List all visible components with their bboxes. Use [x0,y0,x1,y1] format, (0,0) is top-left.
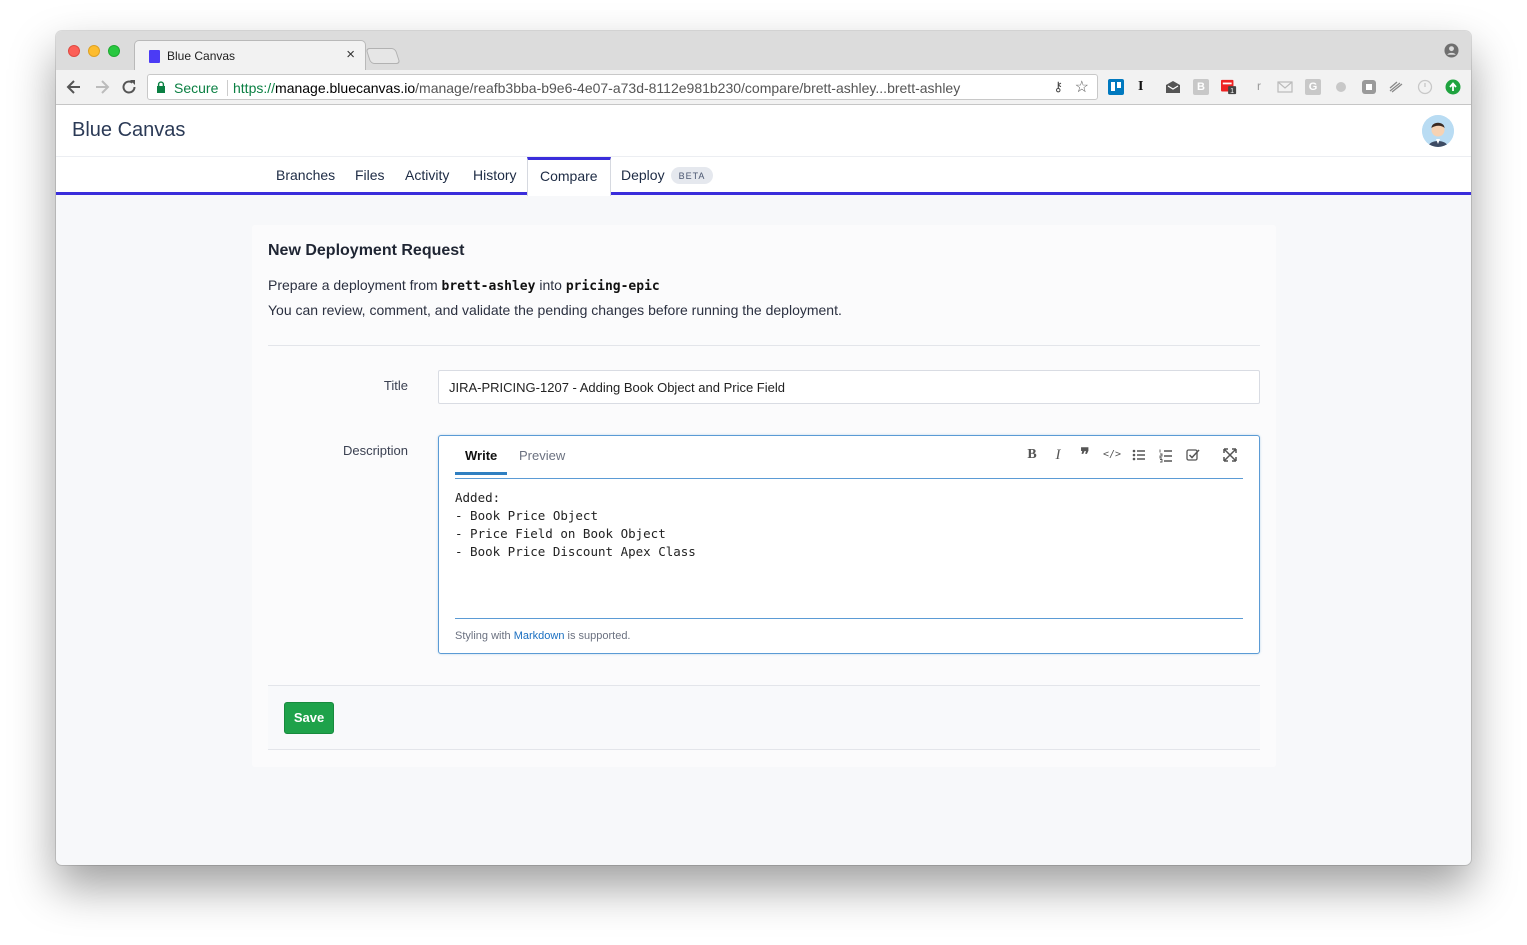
inbox-icon[interactable] [1165,79,1181,95]
avatar[interactable] [1422,115,1454,147]
calendar-icon[interactable]: 1 [1221,79,1237,95]
privacy-icon[interactable] [1333,79,1349,95]
tab-write[interactable]: Write [454,448,508,475]
help-suffix: is supported. [564,630,631,642]
address-divider [227,80,228,96]
editor-toolbar: B I ❞ </> [1023,446,1243,466]
source-branch: brett-ashley [441,279,536,294]
tab-preview[interactable]: Preview [519,448,565,463]
instapaper-icon[interactable]: I [1138,79,1154,95]
url-text: https://manage.bluecanvas.io/manage/reaf… [233,80,960,96]
app-header: Blue Canvas [56,105,1471,157]
grammarly-icon[interactable]: G [1305,79,1321,95]
editor-tabs: Write Preview B I ❞ </> [454,436,1243,479]
tabs-icon[interactable] [1388,79,1404,95]
close-window-button[interactable] [68,45,80,57]
trello-icon[interactable] [1108,79,1124,95]
calendar-badge: 1 [1230,87,1234,95]
tab-deploy[interactable]: Deploy BETA [609,157,725,192]
mail-icon[interactable] [1277,79,1293,95]
title-input[interactable]: JIRA-PRICING-1207 - Adding Book Object a… [438,370,1260,404]
new-tab-button[interactable] [365,48,401,64]
markdown-link[interactable]: Markdown [514,630,565,642]
repo-nav: Branches Files Activity History Compare … [56,157,1471,196]
user-avatar-icon [1422,115,1454,147]
brand-logo[interactable]: Blue Canvas [72,119,185,142]
buffer-icon[interactable]: B [1193,79,1209,95]
italic-icon[interactable]: I [1049,446,1067,464]
description-editor: Write Preview B I ❞ </> Added: - Book Pr… [438,435,1260,654]
numbered-list-icon[interactable] [1157,446,1175,464]
tab-history[interactable]: History [461,157,529,192]
browser-tab-title: Blue Canvas [167,49,236,63]
intro-prefix: Prepare a deployment from [268,277,442,293]
save-button[interactable]: Save [284,702,334,734]
secure-label: Secure [174,80,219,96]
profile-icon[interactable] [1444,43,1459,58]
divider [268,345,1260,346]
quote-icon[interactable]: ❞ [1076,446,1094,464]
tab-activity[interactable]: Activity [393,157,461,192]
fullscreen-icon[interactable] [1221,446,1239,464]
forward-icon[interactable] [92,77,112,97]
tab-deploy-label: Deploy [621,167,665,183]
browser-tab[interactable]: Blue Canvas × [134,40,366,71]
target-branch: pricing-epic [565,279,660,294]
tab-strip: Blue Canvas × [56,31,1471,71]
favicon-icon [149,50,160,63]
browser-window: Blue Canvas × Secure https://manage.blue… [56,31,1471,865]
update-icon[interactable] [1445,79,1461,95]
deployment-request-card: New Deployment Request Prepare a deploym… [252,225,1276,767]
evernote-icon[interactable] [1361,79,1377,95]
url-scheme: https:// [233,80,276,96]
tab-files[interactable]: Files [343,157,397,192]
key-icon[interactable]: ⚷ [1053,79,1063,95]
browser-toolbar: Secure https://manage.bluecanvas.io/mana… [56,70,1471,105]
power-icon[interactable] [1417,79,1433,95]
bold-icon[interactable]: B [1023,446,1041,464]
help-prefix: Styling with [455,630,514,642]
title-label: Title [383,378,408,393]
form-actions: Save [268,685,1260,750]
beta-badge: BETA [670,167,714,184]
intro-description: You can review, comment, and validate th… [268,302,842,318]
back-icon[interactable] [64,77,84,97]
maximize-window-button[interactable] [108,45,120,57]
intro-middle: into [535,277,566,293]
description-textarea[interactable]: Added: - Book Price Object - Price Field… [455,489,1243,619]
url-host: manage.bluecanvas.io [275,80,416,96]
code-icon[interactable]: </> [1103,446,1121,464]
url-path: /manage/reafb3bba-b9e6-4e07-a73d-8112e98… [415,80,961,96]
address-bar[interactable]: Secure https://manage.bluecanvas.io/mana… [147,74,1098,100]
reload-icon[interactable] [119,77,139,97]
bullet-list-icon[interactable] [1130,446,1148,464]
lock-icon [157,81,165,93]
minimize-window-button[interactable] [88,45,100,57]
task-list-icon[interactable] [1184,446,1202,464]
intro-line: Prepare a deployment from brett-ashley i… [268,277,660,294]
close-tab-button[interactable]: × [346,46,355,63]
markdown-help: Styling with Markdown is supported. [455,630,631,642]
readability-icon[interactable]: r [1251,79,1267,95]
page-title: New Deployment Request [268,242,465,259]
tab-branches[interactable]: Branches [264,157,347,192]
bookmark-star-icon[interactable]: ☆ [1075,77,1089,97]
description-label: Description [342,443,408,458]
tab-compare[interactable]: Compare [527,157,611,196]
